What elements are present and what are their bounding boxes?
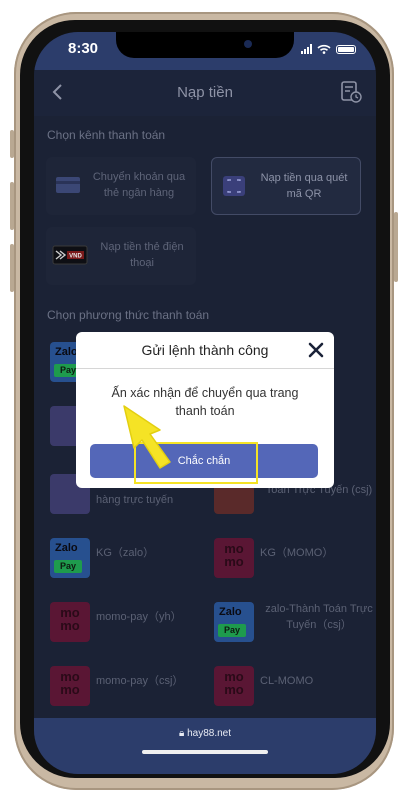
method-item[interactable]: mo mo CL-MOMO (210, 660, 376, 716)
phone-screen: 8:30 Nạp tiền Chọn kênh thanh toán Chuyể… (34, 32, 376, 774)
history-icon[interactable] (340, 80, 362, 104)
mute-switch (10, 130, 14, 158)
method-label: zalo-Thành Toán Trực Tuyến（csj） (265, 603, 373, 631)
lock-icon: 🔒︎ (178, 728, 185, 739)
page-title: Nạp tiền (177, 84, 233, 101)
momo-logo: momo (214, 666, 254, 706)
url-text: hay88.net (187, 728, 232, 739)
notch (116, 32, 294, 58)
channel-qr-scan[interactable]: Nạp tiền qua quét mã QR (211, 157, 361, 215)
method-item[interactable]: Zalo Pay KG（zalo） (46, 532, 216, 588)
volume-up-button (10, 182, 14, 230)
pointer-arrow-icon (123, 405, 171, 469)
method-item[interactable]: mo mo momo-pay（csj） (46, 660, 216, 716)
vnd-card-icon: VND (52, 245, 88, 265)
top-nav: Nạp tiền (34, 70, 376, 116)
dialog-divider (76, 368, 334, 369)
url-bar[interactable]: 🔒︎ hay88.net (34, 728, 376, 739)
method-label: CL-MOMO (260, 675, 314, 687)
power-button (394, 212, 398, 282)
channel-label: Chuyển khoản qua thẻ ngân hàng (92, 171, 186, 199)
status-icons (301, 44, 356, 54)
wifi-icon (317, 44, 331, 54)
channel-phone-card[interactable]: VND Nạp tiền thẻ điện thoại (46, 227, 196, 285)
bank-card-icon (56, 177, 80, 193)
method-item[interactable]: mo mo KG（MOMO） (210, 532, 376, 588)
battery-icon (336, 44, 356, 54)
momo-logo: momo (50, 602, 90, 642)
status-bar: 8:30 (34, 32, 376, 70)
home-indicator[interactable] (142, 750, 268, 754)
channel-label: Nạp tiền thẻ điện thoại (100, 241, 184, 269)
method-label: KG（zalo） (96, 547, 155, 559)
vnd-badge: VND (69, 254, 82, 260)
close-icon[interactable] (308, 342, 324, 358)
camera-icon (244, 40, 252, 48)
dialog-title: Gửi lệnh thành công (141, 342, 269, 358)
channel-section-label: Chọn kênh thanh toán (47, 128, 166, 142)
method-label: momo-pay（yh） (96, 611, 182, 623)
method-label: momo-pay（csj） (96, 675, 184, 687)
zalo-pay-logo: Zalo Pay (50, 538, 90, 578)
channel-bank-transfer[interactable]: Chuyển khoản qua thẻ ngân hàng (46, 157, 196, 215)
momo-logo: momo (50, 666, 90, 706)
qr-scan-icon (223, 176, 245, 196)
method-label: KG（MOMO） (260, 547, 334, 559)
method-section-label: Chọn phương thức thanh toán (47, 308, 210, 322)
method-label: hàng trực tuyến (96, 494, 174, 506)
volume-down-button (10, 244, 14, 292)
momo-logo: momo (214, 538, 254, 578)
signal-icon (301, 44, 312, 54)
zalo-pay-logo: Zalo Pay (214, 602, 254, 642)
status-time: 8:30 (68, 40, 99, 57)
channel-label: Nạp tiền qua quét mã QR (260, 172, 348, 200)
method-item[interactable]: Zalo Pay zalo-Thành Toán Trực Tuyến（csj） (210, 596, 376, 652)
method-item[interactable]: mo mo momo-pay（yh） (46, 596, 216, 652)
browser-footer: 🔒︎ hay88.net (34, 718, 376, 774)
